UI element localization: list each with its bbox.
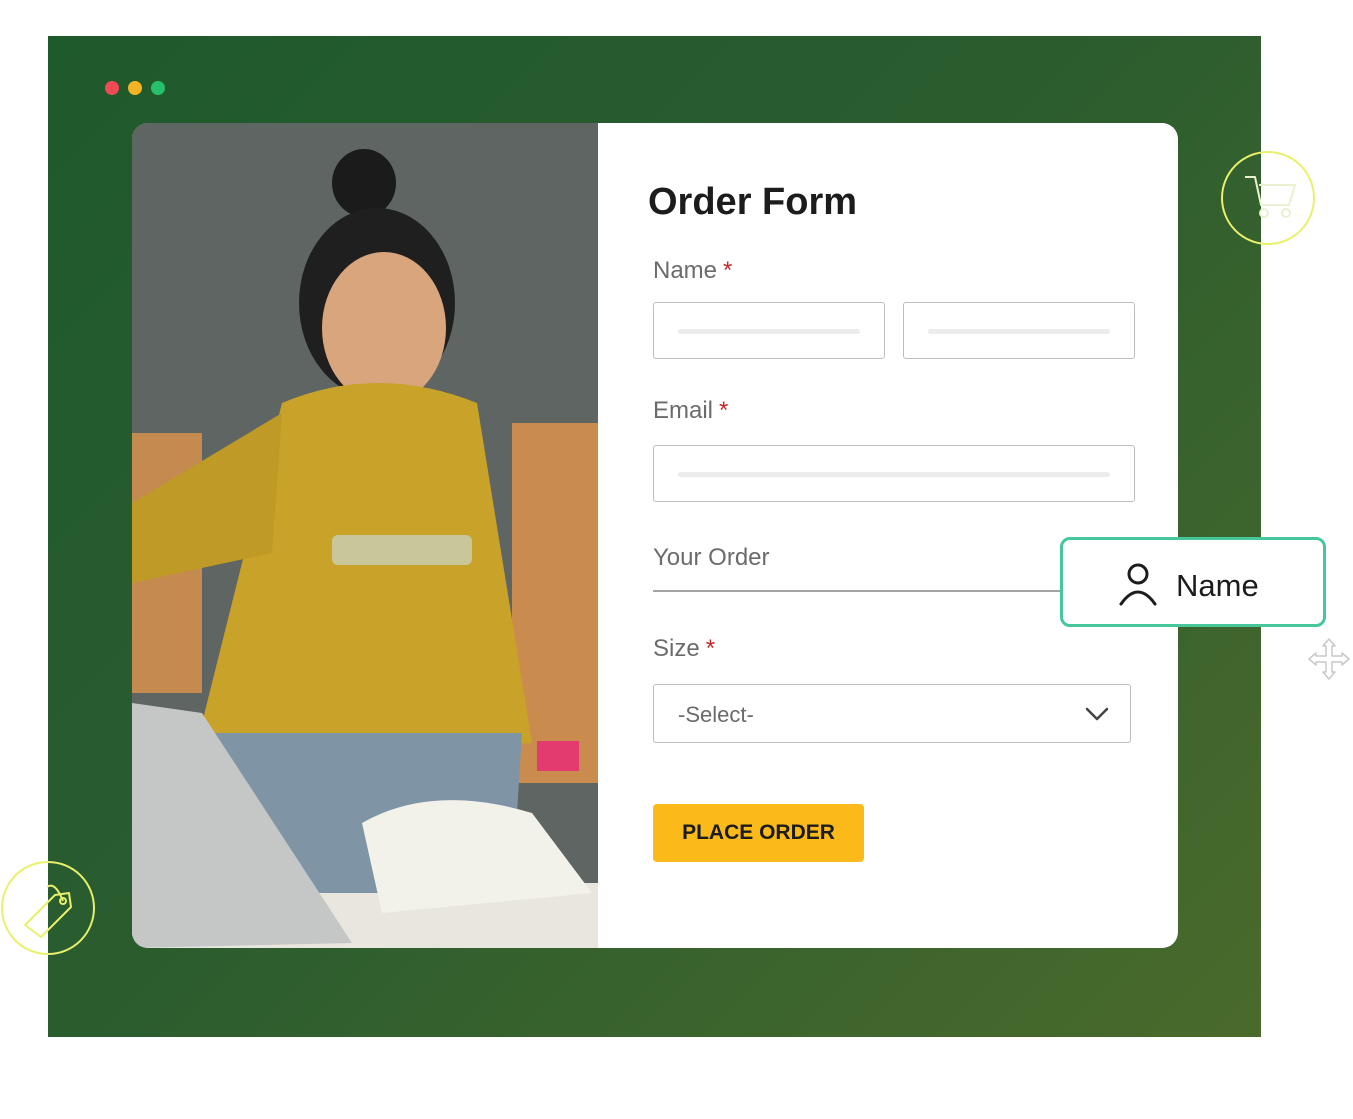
- size-select[interactable]: -Select-: [653, 684, 1131, 743]
- place-order-button[interactable]: PLACE ORDER: [653, 804, 864, 862]
- input-placeholder-line: [678, 472, 1110, 477]
- badge-label: Name: [1176, 568, 1259, 603]
- window-controls: [105, 81, 165, 95]
- name-label: Name *: [653, 257, 732, 285]
- required-asterisk: *: [719, 397, 729, 424]
- form-title: Order Form: [648, 181, 858, 223]
- order-form: Order Form Name * Email * Your Order Size *…: [598, 123, 1178, 948]
- size-select-value: -Select-: [678, 702, 754, 727]
- input-placeholder-line: [678, 329, 860, 334]
- required-asterisk: *: [723, 257, 733, 284]
- photo-illustration: [132, 123, 598, 948]
- minimize-dot[interactable]: [128, 81, 142, 95]
- price-tag-icon: [24, 884, 72, 938]
- hero-photo: [132, 123, 598, 948]
- your-order-label: Your Order: [653, 544, 770, 571]
- last-name-input[interactable]: [903, 302, 1135, 359]
- name-label-text: Name: [653, 257, 718, 284]
- cart-badge: [1221, 151, 1315, 245]
- email-label-text: Email: [653, 397, 714, 424]
- email-label: Email *: [653, 397, 728, 425]
- your-order-field[interactable]: [653, 590, 1073, 592]
- size-label-text: Size: [653, 635, 700, 662]
- first-name-input[interactable]: [653, 302, 885, 359]
- email-input[interactable]: [653, 445, 1135, 502]
- close-dot[interactable]: [105, 81, 119, 95]
- user-icon: [1119, 563, 1157, 606]
- move-arrows-icon: [1308, 638, 1350, 680]
- chevron-down-icon: [1085, 707, 1109, 721]
- shopping-cart-icon: [1245, 176, 1296, 218]
- name-field-badge[interactable]: Name: [1060, 537, 1326, 627]
- tag-badge: [1, 861, 95, 955]
- order-form-card: Order Form Name * Email * Your Order Size *…: [132, 123, 1178, 948]
- size-label: Size *: [653, 635, 715, 663]
- input-placeholder-line: [928, 329, 1110, 334]
- required-asterisk: *: [705, 635, 716, 662]
- maximize-dot[interactable]: [151, 81, 165, 95]
